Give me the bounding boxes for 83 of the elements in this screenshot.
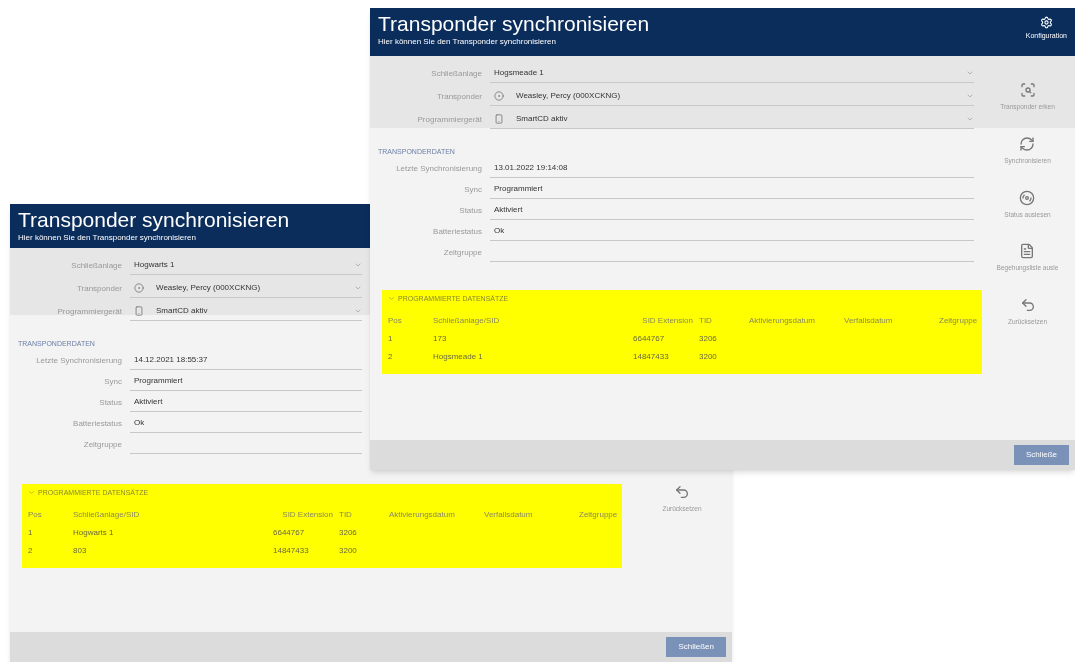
dropdown-field[interactable]: SmartCD aktiv	[130, 302, 362, 321]
column-header: Zeitgruppe	[579, 509, 618, 521]
field-label: Batteriestatus	[432, 225, 483, 238]
scan-icon	[1019, 82, 1036, 98]
column-header: Schließanlage/SID	[73, 509, 141, 521]
table-cell-text: Hogsmeade 1	[433, 351, 484, 363]
text-field[interactable]: Aktiviert	[490, 201, 974, 220]
table-cell-text: Hogwarts 1	[73, 527, 115, 539]
dropdown-field[interactable]: SmartCD aktiv	[490, 110, 974, 129]
field-label: Programmiergerät	[56, 305, 123, 318]
table-cell-text: 3200	[339, 545, 358, 557]
field-label: Status	[458, 204, 483, 217]
table-cell-text: 6644767	[633, 333, 666, 345]
transponder-icon	[134, 283, 144, 293]
settings-icon	[1039, 16, 1053, 29]
undo-icon	[1019, 297, 1036, 313]
table-cell-text: 14847433	[273, 545, 310, 557]
window-subtitle: Hier können Sie den Transponder synchronisieren	[18, 232, 197, 243]
text-field[interactable]: 13.01.2022 19:14:08	[490, 159, 974, 178]
text-field[interactable]: Programmiert	[130, 372, 362, 391]
text-field[interactable]: Ok	[490, 222, 974, 241]
text-field[interactable]: 14.12.2021 18:55:37	[130, 351, 362, 370]
table-cell-text: 3200	[699, 351, 718, 363]
table-cell-text: 14847433	[633, 351, 670, 363]
table-cell-text: 1	[28, 527, 34, 539]
device-icon	[134, 306, 144, 316]
table-cell-text: 2	[388, 351, 394, 363]
table-cell-text: 6644767	[273, 527, 306, 539]
chevron-down-icon	[966, 92, 974, 100]
text-field[interactable]: Ok	[130, 414, 362, 433]
sync-icon	[1019, 135, 1036, 152]
text-field[interactable]: Programmiert	[490, 180, 974, 199]
field-label: Sync	[463, 183, 483, 196]
column-header: Aktivierungsdatum	[749, 315, 816, 327]
table-cell-text: 803	[73, 545, 88, 557]
chevron-down-icon	[966, 69, 974, 77]
column-header: SID Extension	[641, 315, 694, 327]
column-header: Verfallsdatum	[484, 509, 534, 521]
chevron-down-icon	[966, 115, 974, 123]
dropdown-field[interactable]: Weasley, Percy (000XCKNG)	[130, 279, 362, 298]
table-cell-text: 3206	[699, 333, 718, 345]
document-icon	[1019, 243, 1036, 260]
field-label: Sync	[103, 375, 123, 388]
table-cell-text: 2	[28, 545, 34, 557]
column-header: TID	[699, 315, 713, 327]
field-label: Zeitgruppe	[442, 246, 483, 259]
chevron-down-icon[interactable]	[388, 295, 395, 303]
dropdown-field[interactable]: Weasley, Percy (000XCKNG)	[490, 87, 974, 106]
field-label: Programmiergerät	[416, 113, 483, 126]
field-label: Status	[98, 396, 123, 409]
window-title: Transponder synchronisieren	[18, 208, 290, 232]
text-field[interactable]: Aktiviert	[130, 393, 362, 412]
column-header: Schließanlage/SID	[433, 315, 501, 327]
table-cell-text: 3206	[339, 527, 358, 539]
chevron-down-icon	[354, 307, 362, 315]
field-label: Zeitgruppe	[82, 438, 123, 451]
field-label: Letzte Synchronisierung	[395, 162, 483, 175]
field-label: Schließanlage	[430, 67, 483, 80]
chevron-down-icon[interactable]	[28, 489, 35, 497]
field-label: Letzte Synchronisierung	[35, 354, 123, 367]
column-header: SID Extension	[281, 509, 334, 521]
table-cell-text: 1	[388, 333, 394, 345]
device-icon	[494, 114, 504, 124]
chevron-down-icon	[354, 261, 362, 269]
column-header: Zeitgruppe	[939, 315, 978, 327]
field-label: Transponder	[75, 282, 123, 295]
dropdown-field[interactable]: Hogsmeade 1	[490, 64, 974, 83]
column-header: TID	[339, 509, 353, 521]
column-header: Aktivierungsdatum	[389, 509, 456, 521]
window-title: Transponder synchronisieren	[378, 12, 650, 36]
chevron-down-icon	[354, 284, 362, 292]
field-label: Batteriestatus	[72, 417, 123, 430]
window-subtitle: Hier können Sie den Transponder synchronisieren	[378, 36, 557, 47]
transponder-icon	[494, 91, 504, 101]
table-cell-text: 173	[433, 333, 448, 345]
dropdown-field[interactable]: Hogwarts 1	[130, 256, 362, 275]
disc-icon	[1019, 189, 1036, 206]
column-header: Pos	[28, 509, 43, 521]
column-header: Pos	[388, 315, 403, 327]
field-label: Transponder	[435, 90, 483, 103]
column-header: Verfallsdatum	[844, 315, 894, 327]
undo-icon	[674, 484, 690, 500]
field-label: Schließanlage	[70, 259, 123, 272]
